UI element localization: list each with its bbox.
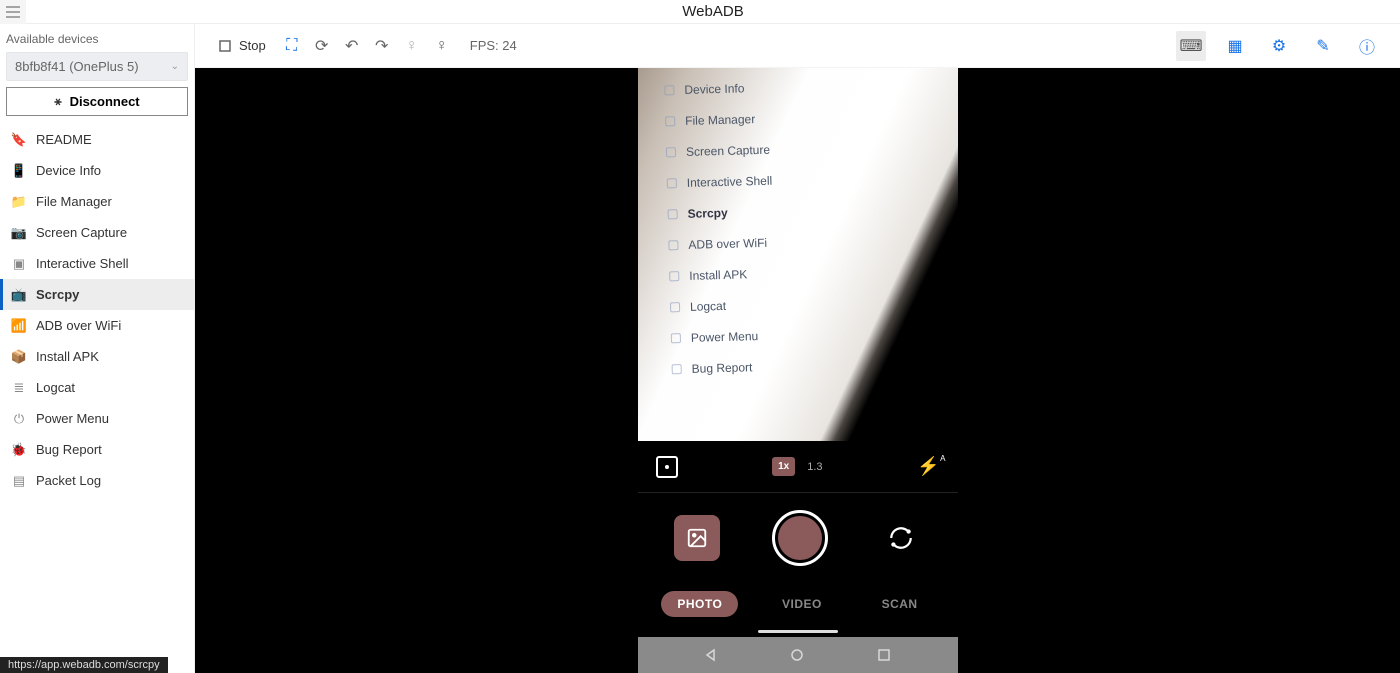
sidebar-item-scrcpy[interactable]: 📺 Scrcpy: [0, 279, 194, 310]
sidebar-item-label: File Manager: [36, 194, 112, 209]
sidebar-item-install-apk[interactable]: 📦 Install APK: [0, 341, 194, 372]
status-bar-url: https://app.webadb.com/scrcpy: [0, 657, 168, 673]
mode-video-button[interactable]: VIDEO: [766, 591, 838, 617]
cast-icon: 📺: [12, 288, 26, 302]
disconnect-button[interactable]: ⚹ Disconnect: [6, 87, 188, 116]
sidebar-item-power-menu[interactable]: ⏻ Power Menu: [0, 403, 194, 434]
sidebar-item-label: Device Info: [36, 163, 101, 178]
stop-button[interactable]: Stop: [213, 34, 270, 58]
zoom-1x-button[interactable]: 1x: [772, 457, 795, 476]
sidebar-item-label: Power Menu: [36, 411, 109, 426]
home-indicator: [638, 625, 958, 637]
sidebar-item-interactive-shell[interactable]: ▣ Interactive Shell: [0, 248, 194, 279]
sidebar-item-label: Packet Log: [36, 473, 101, 488]
screen-mirror-area[interactable]: Device Info File Manager Screen Capture Int…: [195, 68, 1400, 673]
packet-icon: ▤: [12, 474, 26, 488]
mode-scan-button[interactable]: SCAN: [866, 591, 934, 617]
shutter-button[interactable]: [772, 510, 828, 566]
rotate-device-left-button[interactable]: ↶: [344, 38, 360, 54]
sidebar-item-adb-over-wifi[interactable]: 📶 ADB over WiFi: [0, 310, 194, 341]
sidebar-item-screen-capture[interactable]: 📷 Screen Capture: [0, 217, 194, 248]
android-back-button[interactable]: [702, 646, 720, 664]
page-title: WebADB: [26, 3, 1400, 20]
idea-on-icon[interactable]: ♀: [434, 38, 450, 54]
sidebar-item-packet-log[interactable]: ▤ Packet Log: [0, 465, 194, 496]
terminal-icon: ▣: [12, 257, 26, 271]
viewfinder-list-item: Device Info: [664, 77, 924, 98]
sidebar-item-file-manager[interactable]: 📁 File Manager: [0, 186, 194, 217]
settings-button[interactable]: ⚙: [1264, 31, 1294, 61]
phone-screen: Device Info File Manager Screen Capture Int…: [638, 68, 958, 673]
viewfinder-list-item: ADB over WiFi: [668, 232, 928, 253]
sidebar-item-label: Logcat: [36, 380, 75, 395]
fps-display: FPS: 24: [470, 38, 517, 53]
bug-icon: 🐞: [12, 443, 26, 457]
mode-photo-button[interactable]: PHOTO: [661, 591, 738, 617]
sidebar-item-label: Screen Capture: [36, 225, 127, 240]
device-select-value: 8bfb8f41 (OnePlus 5): [15, 59, 139, 74]
power-icon: ⏻: [12, 412, 26, 426]
layers-button[interactable]: ▦: [1220, 31, 1250, 61]
sidebar-item-label: Interactive Shell: [36, 256, 129, 271]
sidebar-item-readme[interactable]: 🔖 README: [0, 124, 194, 155]
sidebar-item-bug-report[interactable]: 🐞 Bug Report: [0, 434, 194, 465]
plug-icon: ⚹: [54, 94, 61, 109]
camera-viewfinder[interactable]: Device Info File Manager Screen Capture Int…: [638, 68, 958, 441]
info-button[interactable]: ⓘ: [1352, 31, 1382, 61]
viewfinder-list-item: Power Menu: [670, 325, 930, 346]
zoom-1-3-button[interactable]: 1.3: [807, 461, 822, 473]
viewfinder-list-item: File Manager: [665, 108, 925, 129]
aspect-ratio-button[interactable]: [656, 456, 678, 478]
sidebar: Available devices 8bfb8f41 (OnePlus 5) ⌄…: [0, 24, 195, 673]
bookmark-icon: 🔖: [12, 133, 26, 147]
magic-button[interactable]: ✎: [1308, 31, 1338, 61]
rotate-cw-button[interactable]: ⟳: [314, 38, 330, 54]
rotate-device-right-button[interactable]: ↷: [374, 38, 390, 54]
device-select-dropdown[interactable]: 8bfb8f41 (OnePlus 5) ⌄: [6, 52, 188, 81]
disconnect-label: Disconnect: [70, 94, 140, 109]
sidebar-item-label: ADB over WiFi: [36, 318, 121, 333]
sidebar-item-label: Install APK: [36, 349, 99, 364]
android-home-button[interactable]: [788, 646, 806, 664]
sidebar-header: Available devices: [0, 24, 194, 52]
sidebar-item-label: Scrcpy: [36, 287, 79, 302]
wifi-icon: 📶: [12, 319, 26, 333]
android-recents-button[interactable]: [875, 646, 893, 664]
sidebar-item-device-info[interactable]: 📱 Device Info: [0, 155, 194, 186]
viewfinder-list-item: Screen Capture: [665, 139, 925, 160]
package-icon: 📦: [12, 350, 26, 364]
sidebar-item-logcat[interactable]: ≣ Logcat: [0, 372, 194, 403]
stop-icon: [217, 38, 233, 54]
flip-camera-button[interactable]: [881, 518, 921, 558]
menu-toggle-button[interactable]: [0, 0, 26, 24]
phone-icon: 📱: [12, 164, 26, 178]
gallery-button[interactable]: [674, 515, 720, 561]
flash-auto-button[interactable]: ⚡A: [917, 456, 939, 477]
camera-icon: 📷: [12, 226, 26, 240]
toolbar: Stop ⛶ ⟳ ↶ ↷ ♀ ♀ FPS: 24 ⌨ ▦ ⚙ ✎ ⓘ: [195, 24, 1400, 68]
viewfinder-list-item: Scrcpy: [667, 201, 927, 222]
keyboard-button[interactable]: ⌨: [1176, 31, 1206, 61]
log-icon: ≣: [12, 381, 26, 395]
chevron-down-icon: ⌄: [171, 61, 179, 72]
viewfinder-list-item: Install APK: [669, 263, 929, 284]
sidebar-item-label: README: [36, 132, 92, 147]
sidebar-item-label: Bug Report: [36, 442, 102, 457]
folder-icon: 📁: [12, 195, 26, 209]
idea-off-icon[interactable]: ♀: [404, 38, 420, 54]
viewfinder-list-item: Interactive Shell: [666, 170, 926, 191]
viewfinder-list-item: Logcat: [669, 294, 929, 315]
fullscreen-button[interactable]: ⛶: [284, 38, 300, 54]
stop-label: Stop: [239, 38, 266, 53]
viewfinder-list-item: Bug Report: [671, 356, 931, 377]
